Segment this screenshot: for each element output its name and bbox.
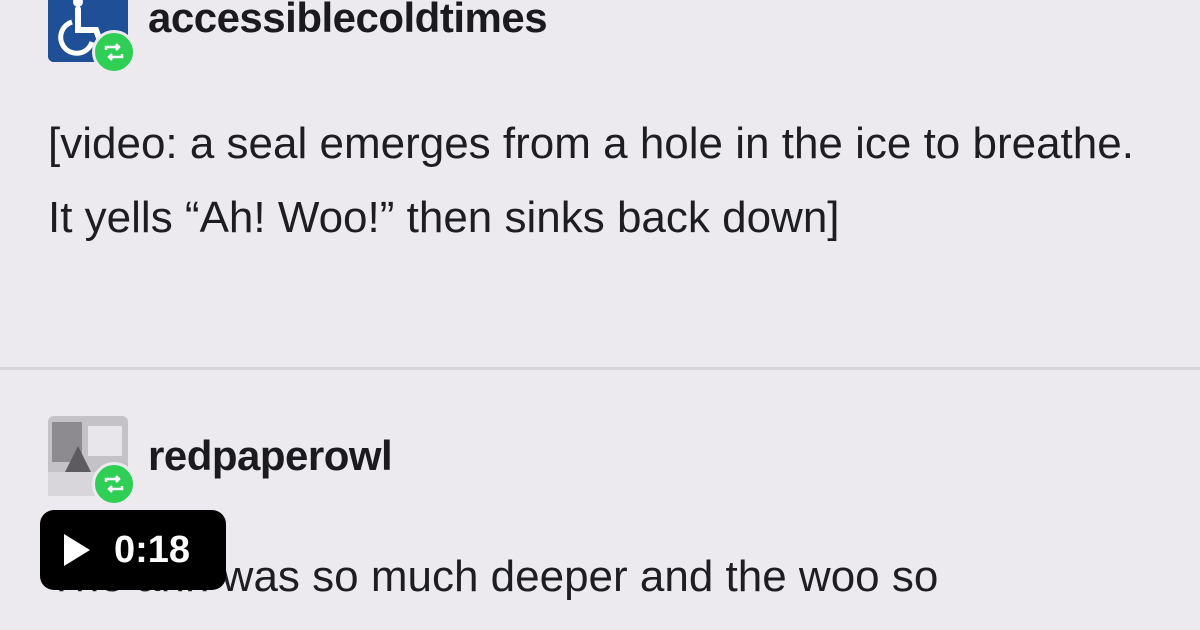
- play-icon: [64, 534, 90, 566]
- video-duration: 0:18: [114, 528, 191, 571]
- reblog-icon: [92, 462, 136, 506]
- username[interactable]: accessiblecoldtimes: [148, 0, 548, 42]
- post-accessiblecoldtimes: accessiblecoldtimes [video: a seal emerg…: [0, 0, 1200, 368]
- post-redpaperowl: redpaperowl The ahh was so much deeper a…: [0, 370, 1200, 630]
- username[interactable]: redpaperowl: [148, 432, 393, 480]
- video-play-button[interactable]: 0:18: [40, 510, 226, 590]
- reblog-icon: [92, 30, 136, 74]
- post-body-text: [video: a seal emerges from a hole in th…: [48, 119, 1134, 242]
